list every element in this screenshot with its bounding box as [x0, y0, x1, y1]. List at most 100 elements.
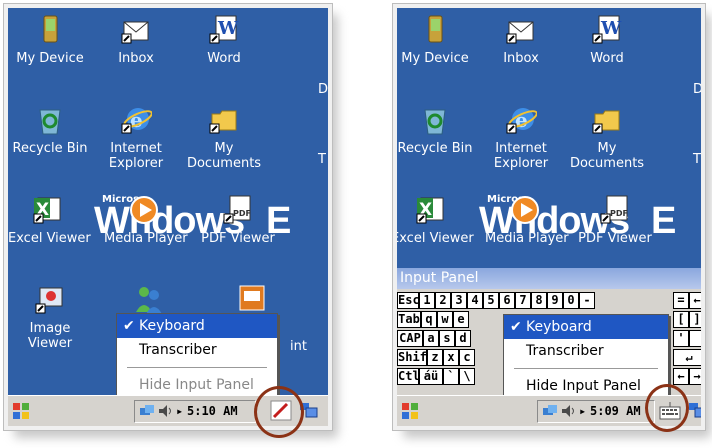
left-arrow-key[interactable]: ← [673, 368, 689, 385]
svg-text:W: W [217, 18, 239, 39]
clipped-label: T [693, 152, 701, 167]
pdf-icon: PDF [599, 194, 631, 226]
desktop-icon-pdf-viewer[interactable]: PDF PDF Viewer [198, 194, 278, 246]
start-button[interactable] [401, 402, 419, 420]
backspace-key[interactable]: ← [689, 292, 701, 309]
key[interactable]: ] [689, 311, 701, 328]
volume-icon[interactable] [560, 404, 578, 418]
desktop-icon-media-player[interactable]: Media Player [485, 194, 569, 246]
desktop-icon-inbox[interactable]: Inbox [481, 14, 561, 66]
key[interactable]: 7 [515, 292, 531, 309]
switcher-icon[interactable] [687, 401, 701, 425]
desktop-icon-my-device[interactable]: My Device [397, 14, 475, 66]
desktop-icon-excel-viewer[interactable]: X Excel Viewer [397, 194, 474, 246]
right-arrow-key[interactable]: → [689, 368, 701, 385]
desktop-icon-my-documents[interactable]: My Documents [184, 104, 264, 171]
key[interactable]: c [459, 349, 475, 366]
key[interactable]: = [673, 292, 689, 309]
menu-item-label: Hide Input Panel [526, 378, 641, 394]
recycle-bin-icon [419, 104, 451, 136]
desktop: My Device Inbox W Word D Recycle Bin e I… [4, 4, 332, 430]
pdf-icon: PDF [222, 194, 254, 226]
desktop-icon-inbox[interactable]: Inbox [96, 14, 176, 66]
key[interactable]: x [443, 349, 459, 366]
menu-item-keyboard[interactable]: ✔ Keyboard [117, 314, 277, 338]
menu-item-keyboard[interactable]: ✔ Keyboard [504, 315, 668, 339]
key[interactable]: [ [673, 311, 689, 328]
icon-label: Word [207, 51, 241, 66]
key[interactable]: Tab [397, 311, 421, 328]
desktop-icon-media-player[interactable]: Media Player [104, 194, 188, 246]
ie-icon: e [505, 104, 538, 136]
key[interactable]: 3 [451, 292, 467, 309]
folder-icon [591, 104, 623, 136]
key[interactable]: 1 [419, 292, 435, 309]
icon-label: Inbox [503, 51, 539, 66]
media-player-icon [509, 194, 541, 226]
menu-item-transcriber[interactable]: Transcriber [117, 338, 277, 362]
word-icon: W [591, 14, 623, 46]
desktop-icon-my-device[interactable]: My Device [10, 14, 90, 66]
desktop-icon-word[interactable]: W Word [567, 14, 647, 66]
key[interactable]: Shift [397, 349, 434, 366]
network-icon[interactable] [139, 404, 155, 418]
key[interactable]: 8 [531, 292, 547, 309]
icon-label-line2: Documents [569, 156, 645, 171]
key[interactable]: - [579, 292, 595, 309]
desktop-icon-internet-explorer[interactable]: e Internet Explorer [481, 104, 561, 171]
key[interactable]: 2 [435, 292, 451, 309]
checkmark-icon: ✔ [510, 319, 522, 335]
key[interactable]: 4 [467, 292, 483, 309]
desktop-icon-internet-explorer[interactable]: e Internet Explorer [96, 104, 176, 171]
enter-key[interactable]: ↵ [673, 349, 701, 366]
desktop-icon-recycle-bin[interactable]: Recycle Bin [397, 104, 475, 156]
key[interactable]: z [427, 349, 443, 366]
key[interactable]: Ctl [397, 368, 420, 385]
clipped-label: D [318, 82, 329, 97]
icon-label: Media Player [104, 231, 188, 246]
start-button[interactable] [12, 402, 30, 420]
key[interactable]: áü [419, 368, 443, 385]
recycle-bin-icon [34, 104, 66, 136]
key[interactable]: s [439, 330, 455, 347]
desktop-icon-word[interactable]: W Word [184, 14, 264, 66]
key[interactable]: d [455, 330, 471, 347]
key[interactable]: ' [673, 330, 689, 347]
key[interactable]: a [423, 330, 439, 347]
desktop-icon-recycle-bin[interactable]: Recycle Bin [10, 104, 90, 156]
pda-icon [419, 14, 451, 46]
word-icon: W [208, 14, 240, 46]
folder-icon [208, 104, 240, 136]
key[interactable]: w [437, 311, 453, 328]
presentation-icon[interactable] [238, 284, 266, 316]
icon-label: My [214, 141, 234, 156]
clock[interactable]: 5:10 AM [187, 404, 238, 418]
key[interactable] [689, 330, 701, 347]
clipped-label: D [693, 82, 704, 97]
desktop-icon-my-documents[interactable]: My Documents [567, 104, 647, 171]
key[interactable]: CAP [397, 330, 423, 347]
key[interactable]: 6 [499, 292, 515, 309]
network-icon[interactable] [542, 404, 558, 418]
key[interactable]: Esc [397, 292, 420, 309]
arrow-icon: ▸ [579, 404, 587, 418]
key[interactable]: q [421, 311, 437, 328]
volume-icon[interactable] [157, 404, 175, 418]
key[interactable]: 5 [483, 292, 499, 309]
key[interactable]: 0 [563, 292, 579, 309]
checkmark-icon: ✔ [123, 318, 135, 334]
icon-label-line2: Explorer [108, 156, 164, 171]
clock[interactable]: 5:09 AM [590, 404, 641, 418]
key[interactable]: \ [459, 368, 475, 385]
key[interactable]: 9 [547, 292, 563, 309]
ie-icon: e [120, 104, 153, 136]
menu-item-transcriber[interactable]: Transcriber [504, 339, 668, 363]
left-device-screenshot: My Device Inbox W Word D Recycle Bin e I… [4, 4, 338, 438]
key[interactable]: e [453, 311, 469, 328]
key[interactable]: ` [443, 368, 459, 385]
icon-label: My Device [16, 51, 84, 66]
excel-icon: X [32, 194, 64, 226]
desktop-icon-excel-viewer[interactable]: X Excel Viewer [8, 194, 91, 246]
desktop-icon-pdf-viewer[interactable]: PDF PDF Viewer [575, 194, 655, 246]
desktop-icon-image-viewer[interactable]: Image Viewer [10, 284, 90, 351]
